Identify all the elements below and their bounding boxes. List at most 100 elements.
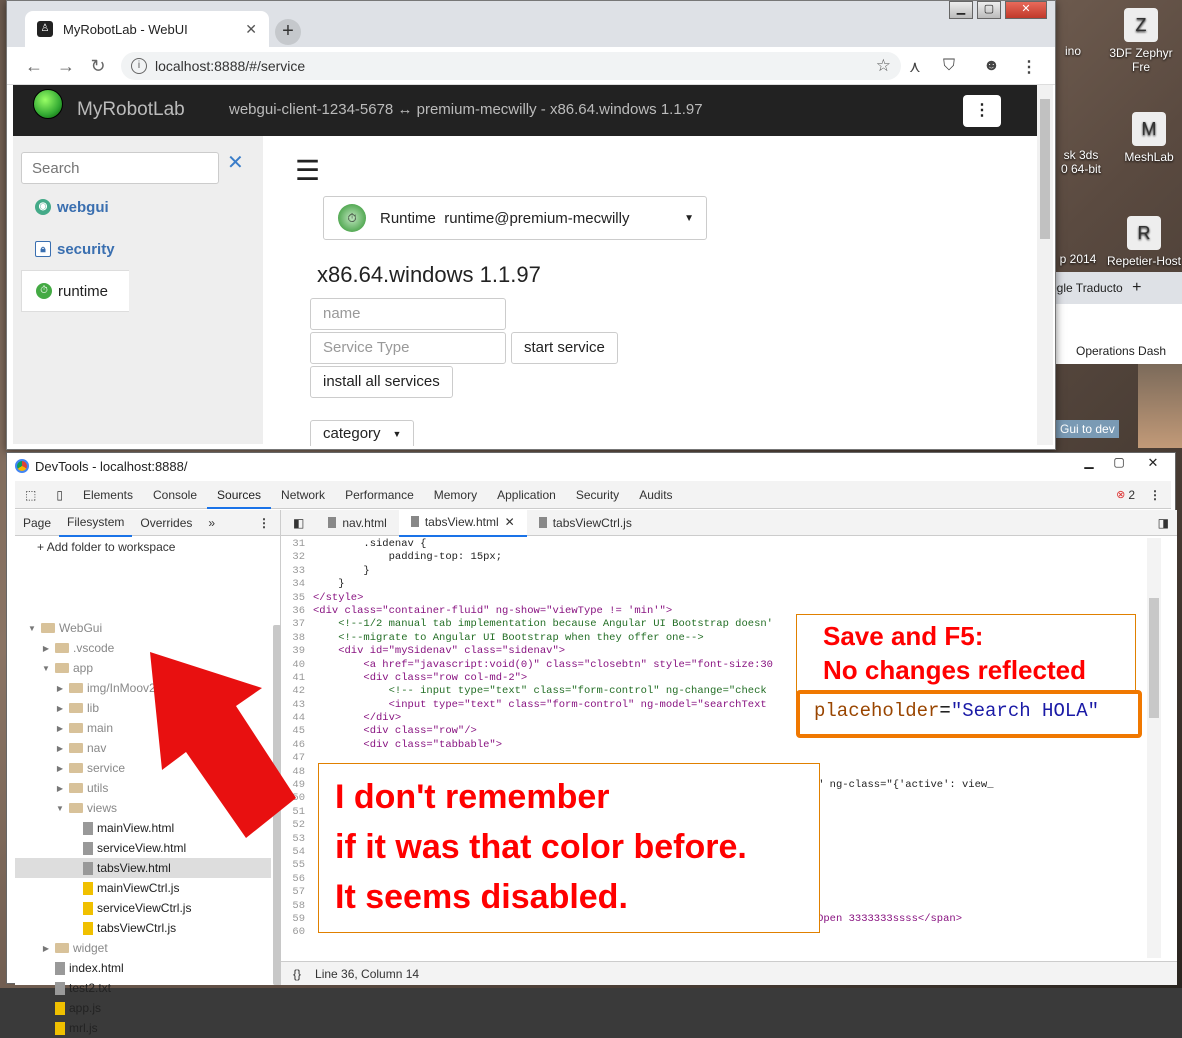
tree-folder[interactable]: ▼ app bbox=[15, 658, 271, 678]
tree-file[interactable]: tabsView.html bbox=[15, 858, 271, 878]
line-number[interactable]: 55 bbox=[281, 859, 313, 872]
tree-folder[interactable]: ▶ main bbox=[15, 718, 271, 738]
line-number[interactable]: 36 bbox=[281, 605, 313, 618]
tree-folder[interactable]: ▶ widget bbox=[15, 938, 271, 958]
tab-page[interactable]: Page bbox=[15, 510, 59, 536]
collapsed-triangle-icon[interactable]: ▶ bbox=[55, 684, 65, 693]
angular-extension-icon[interactable]: ⛉ bbox=[943, 57, 955, 75]
add-folder-button[interactable]: + Add folder to workspace bbox=[37, 540, 175, 554]
line-text[interactable]: <a href="javascript:void(0)" class="clos… bbox=[313, 659, 773, 672]
line-number[interactable]: 40 bbox=[281, 659, 313, 672]
line-number[interactable]: 54 bbox=[281, 846, 313, 859]
code-line[interactable]: 33 } bbox=[281, 565, 1161, 578]
line-number[interactable]: 38 bbox=[281, 632, 313, 645]
line-number[interactable]: 60 bbox=[281, 926, 313, 939]
tree-folder[interactable]: ▶ .vscode bbox=[15, 638, 271, 658]
line-number[interactable]: 59 bbox=[281, 913, 313, 926]
line-number[interactable]: 53 bbox=[281, 833, 313, 846]
category-dropdown[interactable]: category ▼ bbox=[310, 420, 415, 446]
line-text[interactable]: <!-- input type="text" class="form-contr… bbox=[313, 685, 767, 698]
error-icon[interactable]: ⊗ bbox=[1116, 488, 1125, 501]
desktop-icon[interactable]: p 2014 bbox=[1056, 252, 1100, 266]
tree-folder[interactable]: ▶ lib bbox=[15, 698, 271, 718]
collapsed-triangle-icon[interactable]: ▶ bbox=[55, 764, 65, 773]
info-icon[interactable]: i bbox=[131, 58, 147, 74]
editor-tab[interactable]: nav.html bbox=[316, 510, 398, 536]
line-number[interactable]: 32 bbox=[281, 551, 313, 564]
editor-tab[interactable]: tabsViewCtrl.js bbox=[527, 510, 644, 536]
toggle-navigator-icon[interactable]: ◧ bbox=[281, 510, 316, 536]
tree-folder[interactable]: ▼ views bbox=[15, 798, 271, 818]
line-number[interactable]: 33 bbox=[281, 565, 313, 578]
minimize-button[interactable]: ▁ bbox=[1075, 455, 1103, 473]
tree-file[interactable]: mrl.js bbox=[15, 1018, 271, 1038]
new-tab-button[interactable]: + bbox=[275, 19, 301, 45]
forward-icon[interactable]: → bbox=[55, 55, 77, 77]
tree-folder[interactable]: ▶ service bbox=[15, 758, 271, 778]
tree-file[interactable]: app.js bbox=[15, 998, 271, 1018]
desktop-icon[interactable]: M MeshLab bbox=[1116, 112, 1182, 164]
search-input[interactable] bbox=[21, 152, 219, 184]
collapsed-triangle-icon[interactable]: ▶ bbox=[55, 724, 65, 733]
service-type-input[interactable]: Service Type bbox=[310, 332, 506, 364]
maximize-button[interactable]: ▢ bbox=[977, 1, 1001, 19]
line-number[interactable]: 56 bbox=[281, 873, 313, 886]
tab-overrides[interactable]: Overrides bbox=[132, 510, 200, 536]
code-line[interactable]: 35 </style> bbox=[281, 592, 1161, 605]
line-text[interactable]: } bbox=[313, 578, 344, 591]
name-input[interactable]: name bbox=[310, 298, 506, 330]
tab-close-icon[interactable]: ✕ bbox=[245, 21, 257, 38]
line-number[interactable]: 51 bbox=[281, 806, 313, 819]
line-number[interactable]: 49 bbox=[281, 779, 313, 792]
collapsed-triangle-icon[interactable]: ▶ bbox=[55, 744, 65, 753]
desktop-icon[interactable]: Z 3DF Zephyr Fre bbox=[1100, 8, 1182, 74]
tree-file[interactable]: test2.txt bbox=[15, 978, 271, 998]
close-icon[interactable]: ✕ bbox=[227, 150, 244, 175]
collapsed-triangle-icon[interactable]: ▶ bbox=[41, 944, 51, 953]
background-browser-tab[interactable]: ogle Traducto + bbox=[1040, 272, 1182, 304]
tab-security[interactable]: Security bbox=[566, 481, 629, 509]
star-icon[interactable]: ☆ bbox=[876, 56, 891, 76]
line-text[interactable]: <input type="text" class="form-control" … bbox=[313, 699, 767, 712]
tab-memory[interactable]: Memory bbox=[424, 481, 487, 509]
line-text[interactable]: </div> bbox=[313, 712, 401, 725]
browser-tab[interactable]: ♙ MyRobotLab - WebUI ✕ bbox=[25, 11, 269, 47]
tree-file[interactable]: serviceViewCtrl.js bbox=[15, 898, 271, 918]
line-text[interactable]: <div class="row col-md-2"> bbox=[313, 672, 527, 685]
line-number[interactable]: 58 bbox=[281, 900, 313, 913]
line-number[interactable]: 50 bbox=[281, 792, 313, 805]
inspect-icon[interactable]: ⬚ bbox=[15, 481, 46, 509]
expanded-triangle-icon[interactable]: ▼ bbox=[41, 664, 51, 673]
minimize-button[interactable]: ▁ bbox=[949, 1, 973, 19]
navigator-scrollbar[interactable] bbox=[273, 625, 281, 985]
reload-icon[interactable]: ↻ bbox=[87, 55, 109, 77]
tab-elements[interactable]: Elements bbox=[73, 481, 143, 509]
tree-folder[interactable]: ▼ WebGui bbox=[15, 618, 271, 638]
code-line[interactable]: 46 <div class="tabbable"> bbox=[281, 739, 1161, 752]
close-window-button[interactable]: ✕ bbox=[1137, 455, 1169, 473]
chrome-menu-icon[interactable]: ⋮ bbox=[1021, 57, 1037, 77]
tab-application[interactable]: Application bbox=[487, 481, 566, 509]
line-number[interactable]: 37 bbox=[281, 618, 313, 631]
desktop-icon[interactable]: R Repetier-Host bbox=[1106, 216, 1182, 268]
line-number[interactable]: 47 bbox=[281, 752, 313, 765]
pretty-print-icon[interactable]: {} bbox=[293, 967, 301, 981]
sidebar-item-webgui[interactable]: ◉ webgui bbox=[21, 186, 129, 228]
code-line[interactable]: 32 padding-top: 15px; bbox=[281, 551, 1161, 564]
background-browser-bookmarks[interactable]: Operations Dash bbox=[1040, 304, 1182, 364]
page-scrollbar[interactable] bbox=[1037, 85, 1053, 445]
code-line[interactable]: 34 } bbox=[281, 578, 1161, 591]
line-number[interactable]: 52 bbox=[281, 819, 313, 832]
tab-sources[interactable]: Sources bbox=[207, 481, 272, 509]
editor-scrollbar[interactable] bbox=[1147, 538, 1161, 958]
line-number[interactable]: 41 bbox=[281, 672, 313, 685]
tab-network[interactable]: Network bbox=[271, 481, 335, 509]
tree-file[interactable]: mainView.html bbox=[15, 818, 271, 838]
maximize-button[interactable]: ▢ bbox=[1105, 455, 1133, 473]
tab-filesystem[interactable]: Filesystem bbox=[59, 509, 133, 537]
scrollbar-thumb[interactable] bbox=[1149, 598, 1159, 718]
line-number[interactable]: 48 bbox=[281, 766, 313, 779]
tree-folder[interactable]: ▶ utils bbox=[15, 778, 271, 798]
url-field[interactable]: i localhost:8888/#/service ☆ bbox=[121, 52, 901, 80]
line-number[interactable]: 44 bbox=[281, 712, 313, 725]
